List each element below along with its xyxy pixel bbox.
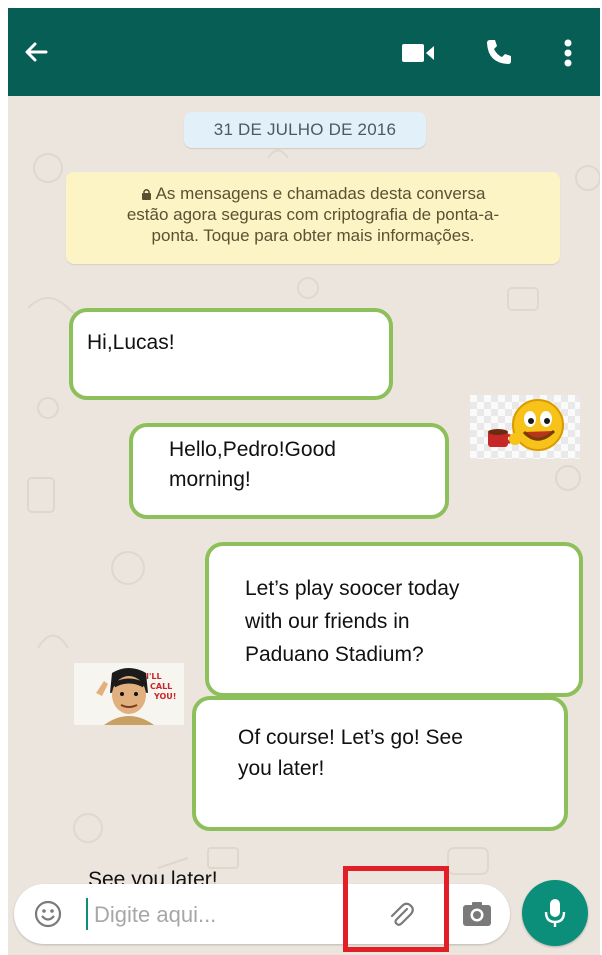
message-text: you later!	[238, 757, 325, 780]
message-text: Of course! Let’s go! See	[238, 726, 463, 749]
more-options-icon[interactable]	[560, 36, 576, 70]
message-bubble[interactable]: Hello,Pedro!Good morning!	[129, 423, 449, 519]
message-text: Let’s play soocer today	[245, 577, 460, 600]
smiley-with-coffee-sticker	[470, 395, 580, 459]
encryption-notice-line: estão agora seguras com criptografia de …	[126, 205, 500, 224]
message-text: Hello,Pedro!Good	[169, 438, 336, 461]
svg-text:YOU!: YOU!	[153, 692, 176, 701]
lock-icon	[141, 189, 151, 200]
encryption-notice[interactable]: As mensagens e chamadas desta conversa e…	[66, 172, 560, 264]
message-text: morning!	[169, 468, 251, 491]
ill-call-you-cartoon-sticker: I'LL CALL YOU!	[74, 663, 184, 725]
message-bubble[interactable]: Of course! Let’s go! See you later!	[192, 696, 568, 831]
svg-text:I'LL: I'LL	[146, 672, 162, 681]
video-call-icon[interactable]	[400, 40, 436, 66]
message-text: Hi,Lucas!	[87, 331, 175, 354]
encryption-notice-line: ponta. Toque para obter mais informações…	[151, 226, 475, 245]
encryption-notice-line: As mensagens e chamadas desta conversa	[66, 183, 560, 204]
chat-screen: 31 DE JULHO DE 2016 As mensagens e chama…	[8, 8, 600, 955]
chat-header	[8, 8, 600, 96]
attach-highlight-box	[343, 866, 449, 952]
message-text: with our friends in	[245, 610, 410, 633]
back-arrow-icon[interactable]	[22, 38, 50, 66]
mic-button[interactable]	[522, 880, 588, 946]
message-text: Paduano Stadium?	[245, 643, 424, 666]
date-separator: 31 DE JULHO DE 2016	[184, 112, 426, 148]
message-bubble[interactable]: Hi,Lucas!	[69, 308, 393, 400]
phone-call-icon[interactable]	[484, 37, 514, 67]
camera-icon[interactable]	[462, 901, 492, 927]
message-bubble[interactable]: Let’s play soocer today with our friends…	[205, 542, 583, 697]
mic-icon	[544, 899, 566, 927]
text-cursor	[86, 898, 88, 930]
message-input[interactable]	[92, 894, 346, 936]
svg-text:CALL: CALL	[150, 682, 172, 691]
emoji-icon[interactable]	[34, 900, 62, 928]
